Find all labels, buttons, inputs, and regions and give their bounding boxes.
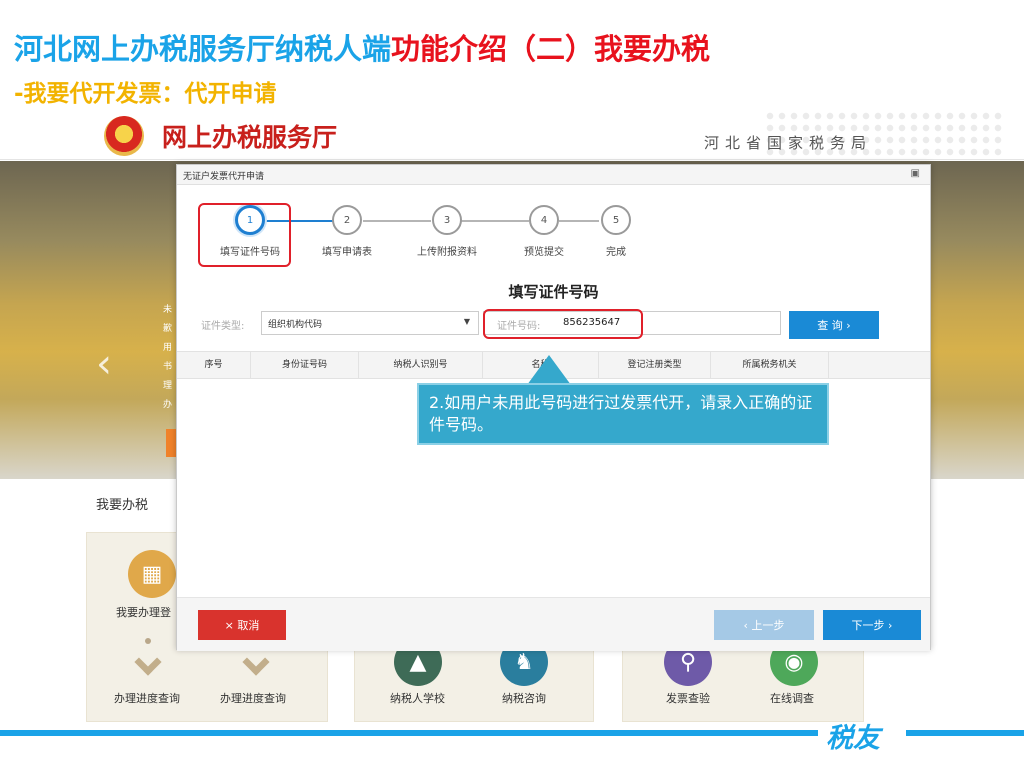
tile-label[interactable]: 办理进度查询 xyxy=(114,690,180,706)
slide-title: 河北网上办税服务厅纳税人端功能介绍（二）我要办税 xyxy=(14,26,710,68)
previous-step-button[interactable]: ‹ 上一步 xyxy=(714,610,814,640)
step-number: 2 xyxy=(332,205,362,235)
step-3[interactable]: 3 上传附报资料 xyxy=(407,205,487,258)
banner-side-char: 理 xyxy=(163,381,173,391)
table-header-cell: 纳税人识别号 xyxy=(359,352,483,379)
calendar-icon[interactable]: ▦ xyxy=(128,550,176,598)
table-header-cell: 登记注册类型 xyxy=(599,352,711,379)
footer-line xyxy=(906,730,1024,736)
id-type-select[interactable]: 组织机构代码 ▼ xyxy=(261,311,479,335)
chevron-down-icon: ▼ xyxy=(463,317,470,326)
table-header-cell: 所属税务机关 xyxy=(711,352,829,379)
slide-title-main: 河北网上办税服务厅纳税人端 xyxy=(14,32,392,66)
tile-label[interactable]: 纳税人学校 xyxy=(390,690,445,706)
step-label: 上传附报资料 xyxy=(417,247,477,258)
instruction-callout: 2.如用户未用此号码进行过发票代开，请录入正确的证件号码。 xyxy=(417,383,829,445)
slide-subtitle: -我要代开发票：代开申请 xyxy=(14,81,277,107)
step-label: 完成 xyxy=(606,247,626,258)
tile-label[interactable]: 纳税咨询 xyxy=(502,690,546,706)
portal-bureau-name: 河北省国家税务局 xyxy=(703,134,872,152)
step-number: 4 xyxy=(529,205,559,235)
dialog-title: 无证户发票代开申请 xyxy=(183,172,265,182)
chevron-down-icon xyxy=(130,638,166,678)
step-highlight-box xyxy=(198,203,291,267)
table-header-cell: 身份证号码 xyxy=(251,352,359,379)
section-label: 我要办税 xyxy=(96,498,149,513)
next-step-button[interactable]: 下一步 › xyxy=(823,610,921,640)
table-header-cell: 序号 xyxy=(177,352,251,379)
portal-header: 网上办税服务厅 河北省国家税务局 xyxy=(0,110,1024,160)
slide-title-highlight: 功能介绍（二）我要办税 xyxy=(391,32,711,66)
id-type-value: 组织机构代码 xyxy=(268,320,323,330)
id-type-label: 证件类型: xyxy=(201,321,245,332)
query-button[interactable]: 查 询 › xyxy=(789,311,879,339)
banner-side-text: 未 歉 用 书 理 办 xyxy=(163,301,173,415)
national-emblem-icon xyxy=(104,116,144,156)
footer-line xyxy=(0,730,818,736)
step-label: 填写申请表 xyxy=(322,247,372,258)
portal-logo-text: 网上办税服务厅 xyxy=(162,123,338,152)
dialog-footer xyxy=(177,597,930,651)
tile-label[interactable]: 办理进度查询 xyxy=(220,690,286,706)
step-4[interactable]: 4 预览提交 xyxy=(504,205,584,258)
banner-side-char: 用 xyxy=(163,343,173,353)
banner-side-char: 书 xyxy=(163,362,173,372)
tile-label[interactable]: 在线调查 xyxy=(770,690,814,706)
callout-pointer xyxy=(527,355,571,385)
banner-prev-arrow-icon[interactable]: ‹ xyxy=(96,341,112,387)
step-number: 5 xyxy=(601,205,631,235)
tile-label[interactable]: 发票查验 xyxy=(666,690,710,706)
tile-label[interactable]: 我要办理登 xyxy=(116,604,171,620)
invoice-application-dialog: 无证户发票代开申请 ▣ 1 填写证件号码 2 填写申请表 3 上传附报资料 4 … xyxy=(176,164,931,651)
step-5[interactable]: 5 完成 xyxy=(576,205,656,258)
banner-side-char: 未 xyxy=(163,305,173,315)
banner-side-char: 办 xyxy=(163,400,173,410)
id-number-highlight-box xyxy=(483,309,643,339)
step-number: 3 xyxy=(432,205,462,235)
step-label: 预览提交 xyxy=(524,247,564,258)
banner-side-char: 歉 xyxy=(163,324,173,334)
form-heading: 填写证件号码 xyxy=(508,283,599,301)
dialog-titlebar: 无证户发票代开申请 ▣ xyxy=(177,165,930,185)
cancel-button[interactable]: × 取消 xyxy=(198,610,286,640)
step-2[interactable]: 2 填写申请表 xyxy=(307,205,387,258)
footer-brand: 税友 xyxy=(826,723,880,754)
maximize-icon[interactable]: ▣ xyxy=(911,168,920,179)
